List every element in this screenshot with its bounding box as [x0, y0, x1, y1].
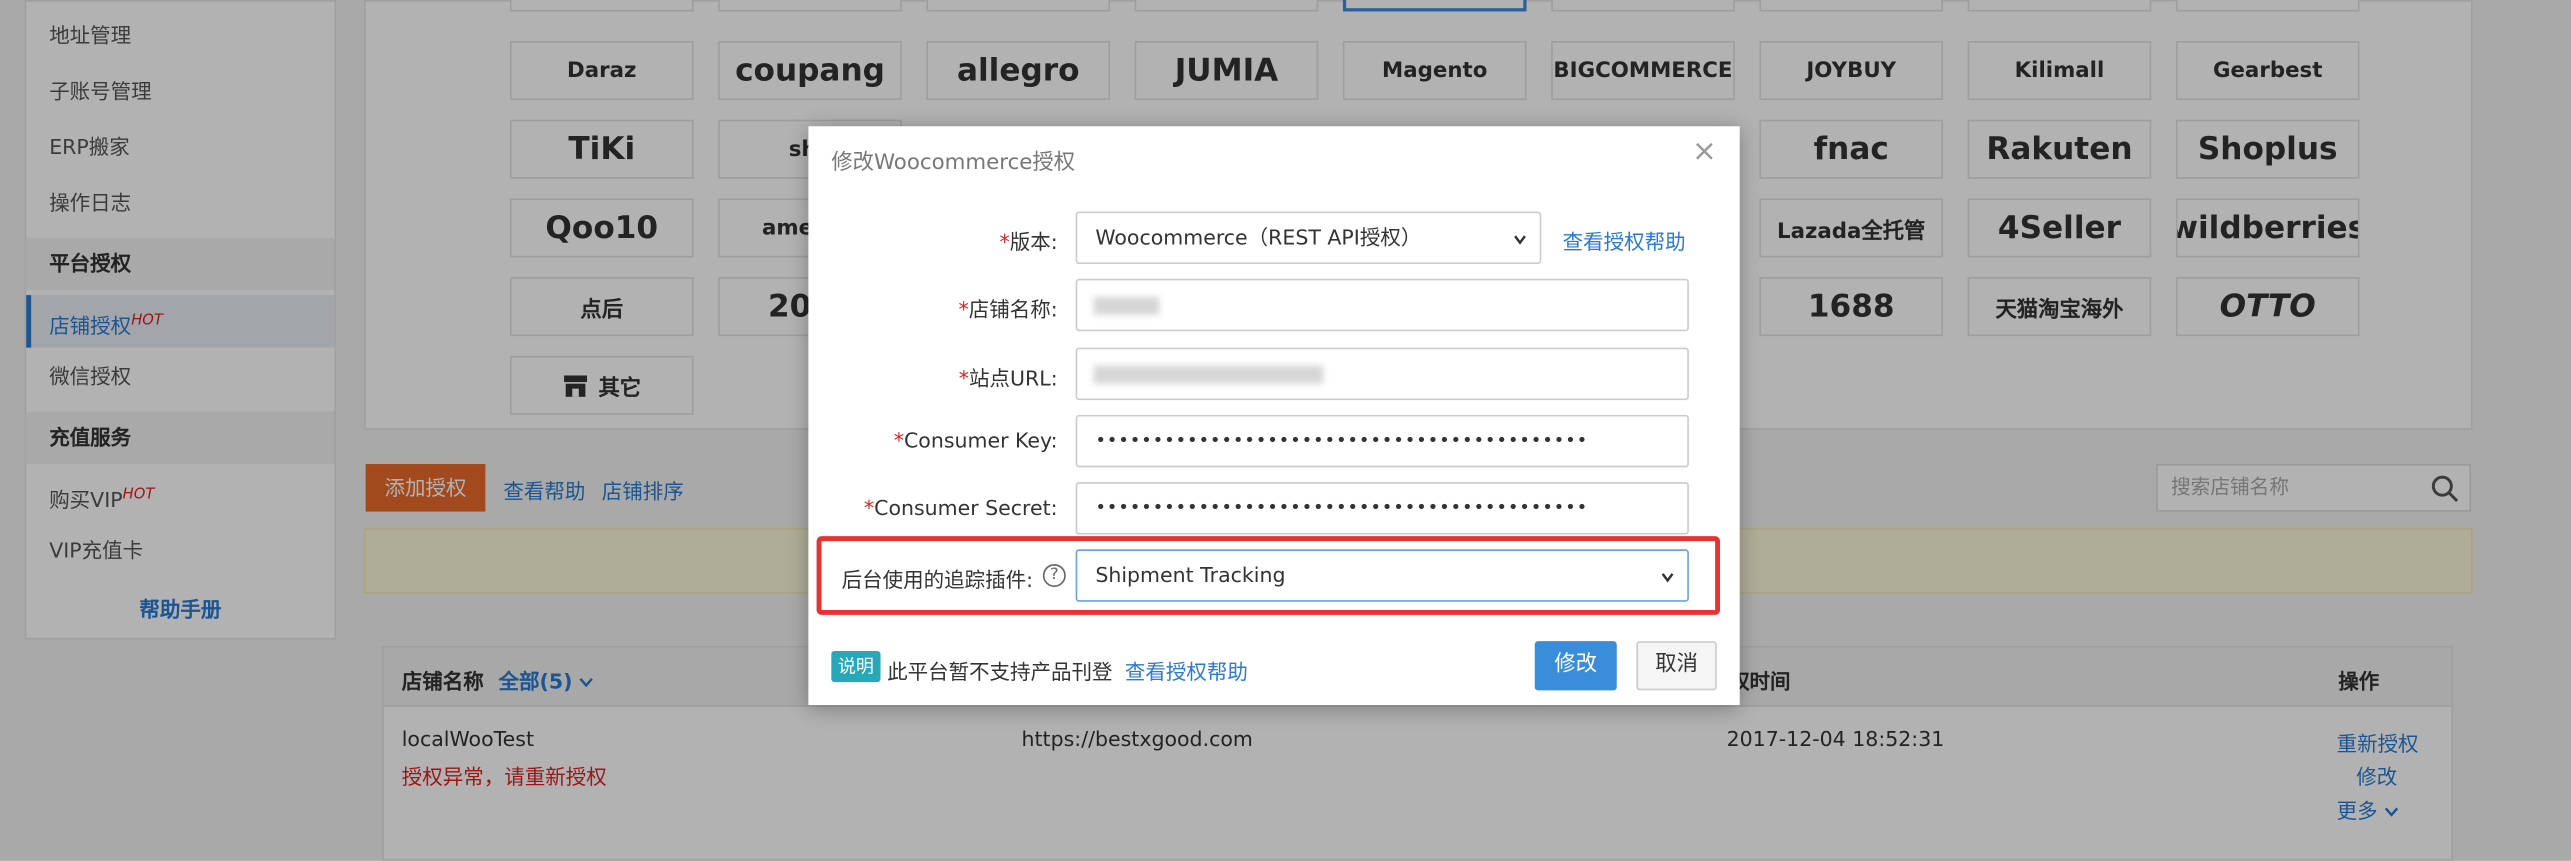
required-mark: *: [958, 296, 969, 322]
version-label: *版本:: [808, 225, 1057, 256]
required-mark: *: [863, 495, 875, 520]
shop-name-input[interactable]: [1075, 278, 1689, 332]
consumer-secret-input[interactable]: ••••••••••••••••••••••••••••••••••••••••…: [1075, 482, 1689, 535]
label-text: Consumer Key:: [903, 427, 1058, 453]
consumer-key-label: *Consumer Key:: [808, 427, 1058, 453]
label-text: Consumer Secret:: [874, 495, 1058, 520]
redacted-value: [1093, 365, 1324, 384]
chevron-down-icon: [1661, 573, 1674, 583]
page-root: 地址管理 子账号管理 ERP搬家 操作日志 平台授权 店铺授权HOT 微信授权 …: [0, 0, 2571, 861]
tracking-plugin-label: 后台使用的追踪插件:: [841, 567, 1034, 592]
label-text: 店铺名称:: [968, 296, 1058, 322]
label-text: 站点URL:: [969, 365, 1058, 391]
tracking-plugin-select[interactable]: Shipment Tracking: [1075, 549, 1689, 602]
label-text: 版本:: [1009, 229, 1058, 255]
modal-title: 修改Woocommerce授权: [831, 150, 1076, 176]
required-mark: *: [999, 229, 1010, 255]
version-select[interactable]: Woocommerce（REST API授权）: [1075, 211, 1542, 264]
required-mark: *: [893, 427, 904, 453]
chevron-down-icon: [1514, 235, 1526, 245]
close-icon[interactable]: ×: [1692, 135, 1717, 169]
tracking-plugin-value: Shipment Tracking: [1095, 562, 1286, 588]
note-help-link[interactable]: 查看授权帮助: [1125, 654, 1248, 685]
view-auth-help-link[interactable]: 查看授权帮助: [1563, 225, 1686, 256]
consumer-secret-label: *Consumer Secret:: [808, 495, 1058, 520]
cancel-button[interactable]: 取消: [1636, 641, 1717, 691]
site-url-input[interactable]: [1075, 347, 1689, 401]
shop-name-label: *店铺名称:: [808, 292, 1057, 323]
edit-auth-modal: 修改Woocommerce授权 × *版本: Woocommerce（REST …: [808, 126, 1740, 706]
version-value: Woocommerce（REST API授权）: [1095, 224, 1422, 250]
submit-button[interactable]: 修改: [1534, 641, 1617, 691]
note-badge: 说明: [831, 650, 881, 683]
site-url-label: *站点URL:: [808, 361, 1058, 392]
help-circle-icon[interactable]: ?: [1042, 564, 1066, 588]
required-mark: *: [958, 365, 970, 391]
consumer-key-input[interactable]: ••••••••••••••••••••••••••••••••••••••••…: [1075, 414, 1689, 468]
redacted-value: [1093, 296, 1160, 315]
note-text: 此平台暂不支持产品刊登: [887, 659, 1113, 684]
